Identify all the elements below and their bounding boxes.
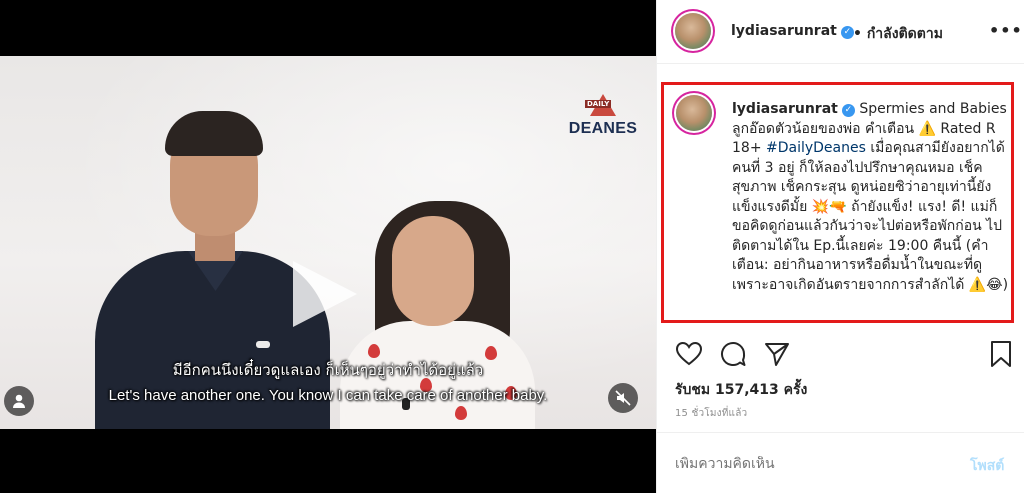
brand-badge: DAILY [585,100,612,108]
following-status[interactable]: • กำลังติดตาม [853,23,943,45]
heart-icon[interactable] [675,340,703,368]
username-text[interactable]: lydiasarunrat [731,23,837,39]
comment-input[interactable] [675,456,935,472]
instagram-post-window: DAILY DEANES มีอีกคนนึงเดี๋ยวดูแลเอง ก็เ… [0,0,1024,493]
bookmark-icon[interactable] [987,340,1015,368]
speaker-muted-icon [615,390,631,406]
brand-mark: DAILY [580,94,626,118]
daily-deanes-logo: DAILY DEANES [565,94,641,142]
man-hair [165,111,263,156]
user-icon [13,394,25,408]
strawberry-print [455,406,467,420]
share-icon[interactable] [763,340,791,368]
view-count[interactable]: รับชม 157,413 ครั้ง [675,379,807,401]
action-bar [657,340,1024,370]
caption-part-2: เมื่อคุณสามียังอยากได้คนที่ 3 อยู่ ก็ให้… [732,140,1009,293]
verified-icon: ✓ [841,104,855,117]
post-header: lydiasarunrat ✓ • กำลังติดตาม ••• [657,0,1024,64]
caption-highlight-box: lydiasarunrat ✓ Spermies and Babies ลูกอ๊… [661,82,1014,323]
header-username[interactable]: lydiasarunrat ✓ [731,23,854,39]
strawberry-print [368,344,380,358]
divider [657,432,1024,433]
mute-button[interactable] [608,383,638,413]
post-comment-button[interactable]: โพสต์ [970,455,1004,477]
subtitle-english: Let's have another one. You know I can t… [108,387,548,404]
post-sidebar: lydiasarunrat ✓ • กำลังติดตาม ••• lydiasa… [656,0,1024,493]
subtitle-thai: มีอีกคนนึงเดี๋ยวดูแลเอง ก็เห็นๆอยู่ว่าทำ… [172,361,484,379]
play-icon[interactable] [293,261,357,327]
shirt-logo [256,341,270,348]
caption-text: lydiasarunrat ✓ Spermies and Babies ลูกอ๊… [732,100,1012,295]
comment-icon[interactable] [719,340,747,368]
avatar[interactable] [675,13,711,49]
tagged-user-button[interactable] [4,386,34,416]
media-panel: DAILY DEANES มีอีกคนนึงเดี๋ยวดูแลเอง ก็เ… [0,0,656,493]
caption-avatar[interactable] [676,95,712,131]
more-horizontal-icon[interactable]: ••• [989,21,1023,40]
post-timestamp[interactable]: 15 ชั่วโมงที่แล้ว [675,406,747,421]
hashtag-link[interactable]: #DailyDeanes [766,140,866,156]
caption-username[interactable]: lydiasarunrat ✓ [732,101,855,117]
woman-head [392,216,474,326]
brand-name: DEANES [568,120,638,137]
verified-icon: ✓ [840,26,854,39]
